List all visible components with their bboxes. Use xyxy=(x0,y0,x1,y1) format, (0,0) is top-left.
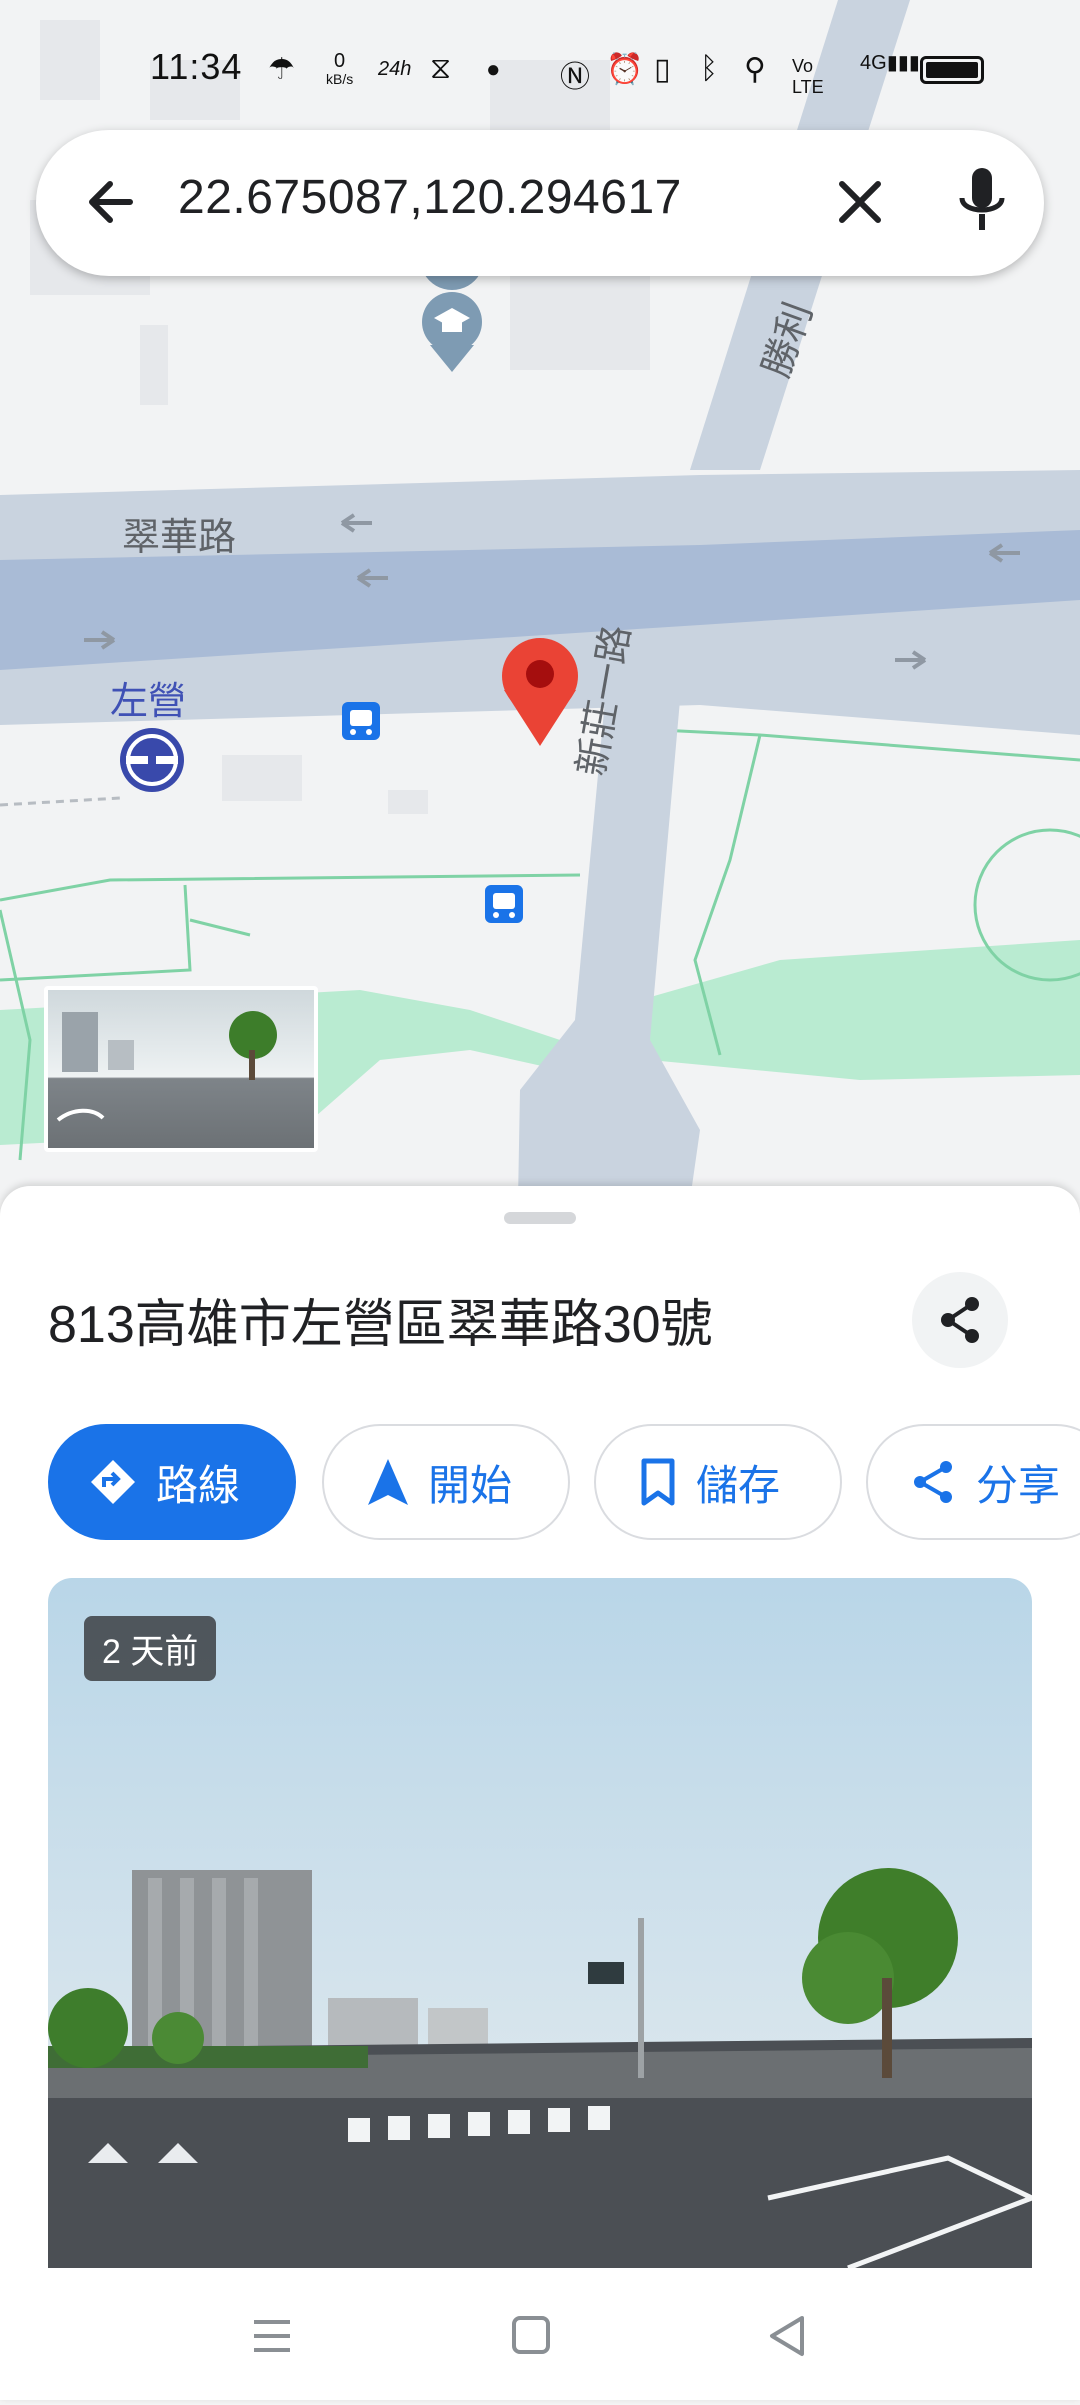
share-label: 分享 xyxy=(976,1461,1061,1509)
vibrate-icon: ▯ xyxy=(654,53,671,86)
bus-stop-icon xyxy=(485,885,523,923)
volte-icon: Vo LTE xyxy=(792,56,824,97)
bluetooth-icon: ᛒ xyxy=(700,52,718,85)
menu-icon[interactable] xyxy=(254,2320,290,2352)
share-button[interactable]: 分享 xyxy=(866,1424,1080,1540)
dot-icon: ● xyxy=(486,56,501,83)
microphone-icon[interactable] xyxy=(950,164,1014,240)
street-view-thumbnail[interactable] xyxy=(44,986,318,1152)
location-icon: ⚲ xyxy=(744,53,766,86)
map-label-station[interactable]: 左營 xyxy=(110,670,186,725)
share-icon xyxy=(941,1297,979,1343)
system-nav-bar xyxy=(0,2272,1080,2400)
back-arrow-icon[interactable] xyxy=(78,170,142,234)
building-shape xyxy=(140,325,168,405)
directions-icon xyxy=(91,1460,135,1504)
status-time: 11:34 xyxy=(150,46,243,87)
rotate-icon xyxy=(56,1108,105,1122)
place-address: 813高雄市左營區翠華路30號 xyxy=(48,1296,713,1354)
alarm-icon: ⏰ xyxy=(606,53,644,86)
status-bar: 11:34 ☂ 0 kB/s 24h ⧖ ● Ⓝ ⏰ ▯ ᛒ ⚲ Vo LTE 4… xyxy=(0,0,1080,130)
save-label: 儲存 xyxy=(696,1461,781,1509)
back-triangle-icon[interactable] xyxy=(770,2316,804,2356)
24h-icon: 24h xyxy=(378,58,412,80)
save-button[interactable]: 儲存 xyxy=(594,1424,842,1540)
nfc-icon: Ⓝ xyxy=(560,61,590,94)
battery-icon xyxy=(920,56,984,84)
bookmark-icon xyxy=(641,1458,675,1506)
close-icon[interactable] xyxy=(828,170,892,234)
search-query-text[interactable]: 22.675087,120.294617 xyxy=(178,170,682,225)
sheet-drag-handle[interactable] xyxy=(504,1212,576,1224)
building-shape xyxy=(388,790,428,814)
signal-icon: 4G▮▮▮ xyxy=(860,52,920,74)
net-speed: 0 kB/s xyxy=(326,50,354,87)
street-photo-image xyxy=(48,1578,1032,2268)
start-button[interactable]: 開始 xyxy=(322,1424,570,1540)
train-station-icon xyxy=(120,728,184,792)
building-shape xyxy=(222,755,302,801)
weather-icon: ☂ xyxy=(268,53,295,86)
home-icon[interactable] xyxy=(512,2316,550,2354)
share-button-round[interactable] xyxy=(912,1272,1008,1368)
share-icon xyxy=(914,1461,952,1503)
directions-label: 路線 xyxy=(156,1461,241,1509)
directions-button[interactable]: 路線 xyxy=(48,1424,296,1540)
street-view-photo[interactable]: 2 天前 xyxy=(48,1578,1032,2268)
bus-stop-icon xyxy=(342,702,380,740)
map-label-road-cuihua: 翠華路 xyxy=(122,517,237,559)
navigation-icon xyxy=(368,1459,408,1505)
app-notification-icon: ⧖ xyxy=(430,52,452,85)
photo-age-badge: 2 天前 xyxy=(84,1616,217,1681)
place-sheet[interactable]: 813高雄市左營區翠華路30號 路線 開始 儲存 分享 2 天前 xyxy=(0,1186,1080,2400)
start-label: 開始 xyxy=(428,1461,513,1509)
search-bar[interactable]: 22.675087,120.294617 xyxy=(36,130,1044,276)
